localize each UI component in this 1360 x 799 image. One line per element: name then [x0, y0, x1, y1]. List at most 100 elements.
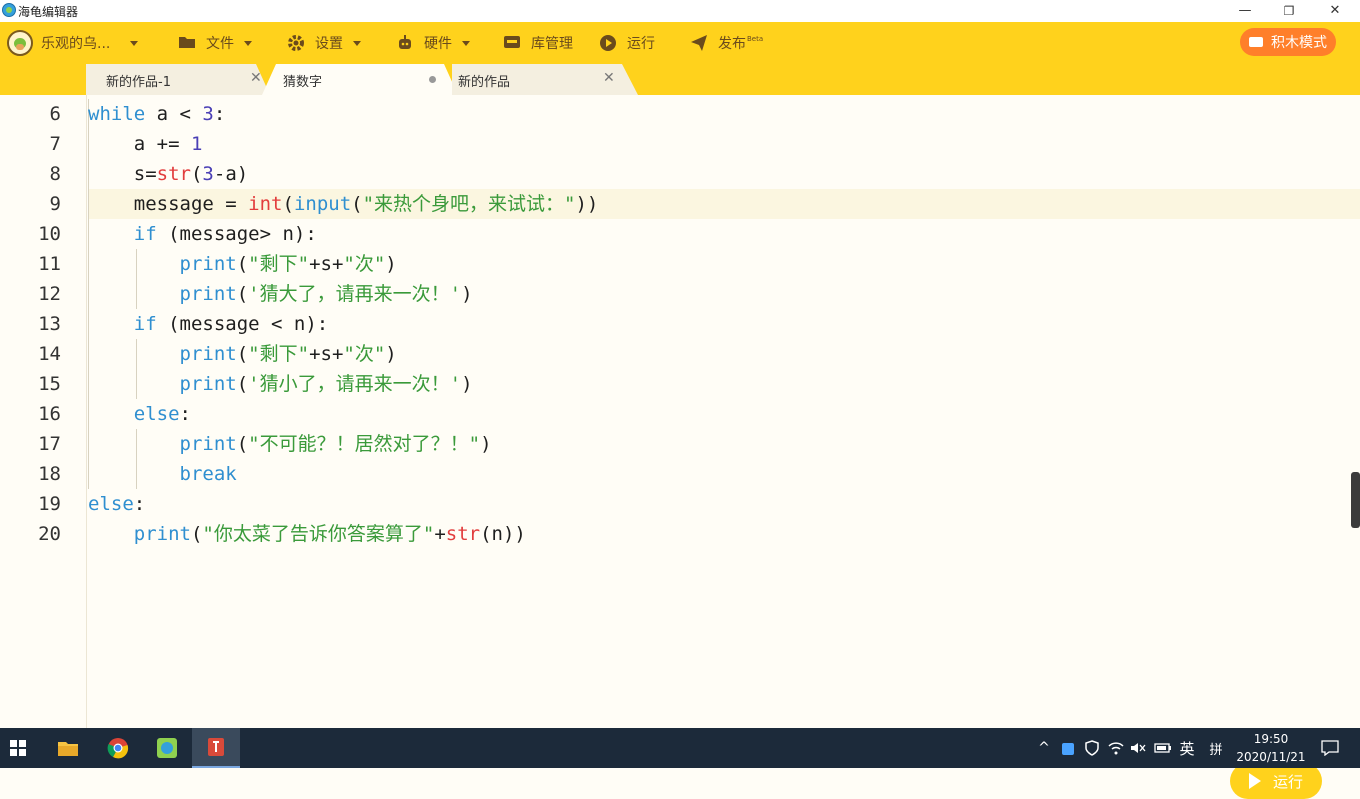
- clock-time: 19:50: [1253, 732, 1289, 746]
- tab-new-work[interactable]: 新的作品 ✕: [452, 64, 638, 95]
- active-app-taskbar-icon[interactable]: [192, 728, 240, 768]
- code-line[interactable]: print("剩下"+s+"次"): [88, 339, 397, 369]
- tab-label: 猜数字: [283, 75, 323, 90]
- robot-icon: [396, 34, 414, 52]
- scrollbar-handle[interactable]: [1351, 472, 1360, 528]
- tab-label: 新的作品: [458, 75, 511, 90]
- tab-guess-number[interactable]: 猜数字: [262, 64, 458, 95]
- code-line[interactable]: print("不可能？！居然对了？！"): [88, 429, 492, 459]
- beta-badge: Beta: [747, 35, 764, 43]
- line-number: 12: [38, 283, 61, 305]
- library-menu-label: 库管理: [531, 36, 573, 52]
- code-editor[interactable]: 6 7 8 9 10 11 12 13 14 15 16 17 18 19 20…: [0, 95, 1360, 799]
- notification-center-icon[interactable]: [1312, 728, 1348, 768]
- unsaved-dot-icon[interactable]: [429, 76, 436, 83]
- folder-icon: [178, 34, 196, 52]
- clock-date: 2020/11/21: [1236, 750, 1306, 764]
- battery-icon[interactable]: [1152, 728, 1174, 768]
- close-button[interactable]: ✕: [1312, 0, 1358, 22]
- security-shield-icon[interactable]: [1082, 728, 1102, 768]
- hardware-menu-label: 硬件: [424, 36, 452, 52]
- menu-bar: 乐观的乌... 文件 设置 硬件 库管理 运行 发布 Beta 积木模式: [0, 22, 1360, 64]
- run-button[interactable]: 运行: [1230, 763, 1322, 799]
- chevron-down-icon: [244, 40, 252, 46]
- line-number: 6: [49, 103, 61, 125]
- code-line[interactable]: print("剩下"+s+"次"): [88, 249, 397, 279]
- line-number: 17: [38, 433, 61, 455]
- system-clock[interactable]: 19:50 2020/11/21: [1230, 730, 1312, 766]
- file-menu[interactable]: 文件: [178, 22, 252, 64]
- blocks-mode-label: 积木模式: [1271, 35, 1327, 51]
- line-number: 15: [38, 373, 61, 395]
- line-number-gutter: 6 7 8 9 10 11 12 13 14 15 16 17 18 19 20: [0, 95, 87, 728]
- line-number: 18: [38, 463, 61, 485]
- user-name: 乐观的乌...: [41, 36, 111, 52]
- line-number: 10: [38, 223, 61, 245]
- close-icon[interactable]: ✕: [250, 70, 262, 86]
- line-number: 8: [49, 163, 61, 185]
- code-line[interactable]: print("你太菜了告诉你答案算了"+str(n)): [88, 519, 526, 549]
- code-line[interactable]: if (message < n):: [88, 309, 328, 339]
- window-title: 海龟编辑器: [18, 5, 79, 19]
- ime-language-indicator[interactable]: 英: [1176, 728, 1198, 768]
- chevron-down-icon: [130, 40, 139, 46]
- run-menu-label: 运行: [627, 36, 655, 52]
- code-line[interactable]: else:: [88, 489, 145, 519]
- avatar: [7, 30, 33, 56]
- code-line[interactable]: break: [88, 459, 237, 489]
- line-number: 16: [38, 403, 61, 425]
- tab-label: 新的作品-1: [106, 75, 171, 90]
- blocks-mode-button[interactable]: 积木模式: [1240, 28, 1336, 56]
- hardware-menu[interactable]: 硬件: [396, 22, 470, 64]
- chevron-down-icon: [462, 40, 470, 46]
- library-box-icon: [503, 34, 521, 52]
- paper-plane-icon: [690, 34, 708, 52]
- line-number: 7: [49, 133, 61, 155]
- file-menu-label: 文件: [206, 36, 234, 52]
- line-number: 14: [38, 343, 61, 365]
- code-line[interactable]: if (message> n):: [88, 219, 317, 249]
- ime-mode-indicator[interactable]: 拼: [1204, 728, 1228, 768]
- publish-menu[interactable]: 发布 Beta: [690, 22, 763, 64]
- tab-new-work-1[interactable]: 新的作品-1 ✕: [86, 64, 270, 95]
- code-line[interactable]: while a < 3:: [88, 99, 225, 129]
- title-bar: 海龟编辑器 — ❐ ✕: [0, 0, 1360, 22]
- tray-app-icon[interactable]: [1058, 728, 1078, 768]
- app-logo-icon: [2, 3, 16, 17]
- wifi-icon[interactable]: [1106, 728, 1126, 768]
- settings-menu[interactable]: 设置: [287, 22, 361, 64]
- tray-overflow-button[interactable]: ^: [1034, 728, 1054, 768]
- line-number: 9: [49, 193, 61, 215]
- line-number: 20: [38, 523, 61, 545]
- code-line[interactable]: s=str(3-a): [88, 159, 248, 189]
- close-icon[interactable]: ✕: [603, 70, 615, 86]
- play-icon: [1248, 773, 1261, 789]
- library-menu[interactable]: 库管理: [503, 22, 573, 64]
- gear-icon: [287, 34, 305, 52]
- file-tabs: 新的作品-1 ✕ 猜数字 新的作品 ✕: [0, 64, 1360, 95]
- code-line[interactable]: message = int(input("来热个身吧，来试试：")): [88, 189, 599, 219]
- blocks-icon: [1249, 37, 1263, 47]
- chrome-taskbar-icon[interactable]: [96, 728, 140, 768]
- code-line[interactable]: print('猜大了，请再来一次！'): [88, 279, 473, 309]
- file-explorer-taskbar-icon[interactable]: [46, 728, 90, 768]
- line-number: 19: [38, 493, 61, 515]
- play-circle-icon: [599, 34, 617, 52]
- volume-muted-icon[interactable]: [1128, 728, 1148, 768]
- line-number: 13: [38, 313, 61, 335]
- code-line[interactable]: print('猜小了，请再来一次！'): [88, 369, 473, 399]
- start-button[interactable]: [0, 728, 36, 768]
- minimize-button[interactable]: —: [1222, 0, 1268, 22]
- user-menu[interactable]: 乐观的乌...: [7, 22, 139, 64]
- chevron-down-icon: [353, 40, 361, 46]
- turtle-editor-taskbar-icon[interactable]: [145, 728, 189, 768]
- publish-menu-label: 发布: [718, 36, 746, 52]
- code-line[interactable]: else:: [88, 399, 191, 429]
- code-line[interactable]: a += 1: [88, 129, 203, 159]
- run-button-label: 运行: [1272, 772, 1303, 791]
- run-menu[interactable]: 运行: [599, 22, 655, 64]
- taskbar: ^ 英 拼 19:50 2020/11/21: [0, 728, 1360, 768]
- line-number: 11: [38, 253, 61, 275]
- restore-button[interactable]: ❐: [1266, 0, 1312, 22]
- settings-menu-label: 设置: [315, 36, 343, 52]
